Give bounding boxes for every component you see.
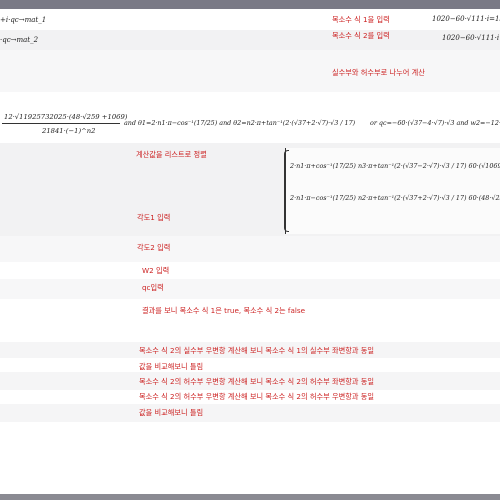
note-w2-input: W2 입력 xyxy=(142,266,170,275)
formula-mat1-input[interactable]: +i·qc→mat_1 xyxy=(0,16,46,24)
note-result-true-false: 결과를 보니 복소수 식 1은 true, 복소수 식 2는 false xyxy=(142,306,306,315)
window-top-bar xyxy=(0,0,500,9)
solve-denominator: 21841·(−1)^n2 xyxy=(42,127,96,135)
fraction-bar xyxy=(2,123,120,124)
region-stripe xyxy=(0,30,500,50)
formula-mat1-result: 1020−60·√111·i=15 xyxy=(432,15,500,23)
solve-angles: and θ1=2·n1·π−cos⁻¹(17/25) and θ2=n2·π+t… xyxy=(124,119,356,127)
note-real-part-compare: 복소수 식 2의 실수부 우변항 계산해 보니 복소수 식 1의 실수부 좌변항… xyxy=(139,346,374,355)
formula-mat2-input[interactable]: ·qc→mat_2 xyxy=(0,36,38,44)
result-matrix[interactable] xyxy=(285,148,500,234)
note-input-complex1: 복소수 식 1을 입력 xyxy=(332,15,390,24)
note-angle1-input: 각도1 입력 xyxy=(137,213,171,222)
note-angle2-input: 각도2 입력 xyxy=(137,243,171,252)
note-imag-part-compare-1: 복소수 식 2의 허수부 우변항 계산해 보니 복소수 식 2의 허수부 좌변항… xyxy=(139,377,374,386)
matrix-row-1: 2·n1·π+cos⁻¹(17/25) n3·π+tan⁻¹(2·(√37−2·… xyxy=(290,162,500,170)
solve-qc-w2: or qc=−60·(√37−4·√7)·√3 and w2=−12·√1192… xyxy=(370,119,500,127)
note-qc-input: qc입력 xyxy=(142,283,164,292)
window-bottom-bar xyxy=(0,494,500,500)
region-stripe xyxy=(0,50,500,92)
note-input-complex2: 복소수 식 2를 입력 xyxy=(332,31,390,40)
note-wrong-1: 값을 비교해보니 틀림 xyxy=(139,362,204,371)
formula-mat2-result: 1020−60·√111·i xyxy=(442,34,500,42)
matrix-row-2: 2·n1·π−cos⁻¹(17/25) n2·π+tan⁻¹(2·(√37+2·… xyxy=(290,194,500,202)
solve-numerator: 12·√11925732025·(48·√259 +1069) xyxy=(4,113,128,121)
note-wrong-2: 값을 비교해보니 틀림 xyxy=(139,408,204,417)
note-sort-to-list: 계산값을 리스트로 정렬 xyxy=(136,150,207,159)
region-stripe xyxy=(0,404,500,422)
note-split-real-imag: 실수부와 허수부로 나누어 계산 xyxy=(332,68,425,77)
matrix-left-paren xyxy=(284,150,289,232)
region-stripe xyxy=(0,236,500,262)
region-stripe xyxy=(0,279,500,299)
note-imag-part-compare-2: 복소수 식 2의 허수부 우변항 계산해 보니 복소수 식 2의 허수부 우변항… xyxy=(139,392,374,401)
